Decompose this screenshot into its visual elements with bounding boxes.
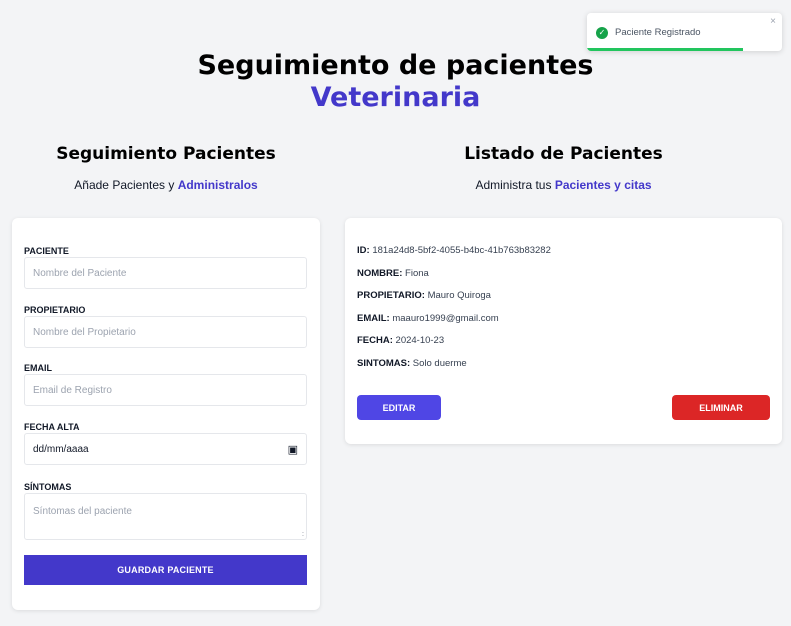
patient-propietario-value: Mauro Quiroga — [427, 290, 491, 301]
patient-fecha-row: FECHA: 2024-10-23 — [357, 335, 444, 346]
close-icon[interactable]: × — [770, 16, 776, 27]
toast-message: Paciente Registrado — [615, 27, 701, 38]
patient-fecha-value: 2024-10-23 — [395, 335, 445, 346]
patient-propietario-row: PROPIETARIO: Mauro Quiroga — [357, 290, 491, 301]
patient-email-label: EMAIL: — [357, 313, 390, 324]
page-title-line1: Seguimiento de pacientes — [197, 50, 594, 81]
list-subtitle-accent: Pacientes y citas — [554, 178, 652, 192]
patient-id-label: ID: — [357, 245, 370, 256]
email-input[interactable]: Email de Registro — [24, 374, 307, 406]
form-subtitle-text: Añade Pacientes y — [74, 178, 178, 192]
page-title: Seguimiento de pacientes Veterinaria — [0, 50, 791, 114]
sintomas-textarea[interactable]: Síntomas del paciente : — [24, 493, 307, 540]
patient-propietario-label: PROPIETARIO: — [357, 290, 425, 301]
patient-nombre-value: Fiona — [405, 268, 429, 279]
fecha-label: FECHA ALTA — [24, 422, 80, 432]
paciente-input[interactable]: Nombre del Paciente — [24, 257, 307, 289]
sintomas-placeholder: Síntomas del paciente — [33, 506, 132, 517]
form-section-header: Seguimiento Pacientes Añade Pacientes y … — [12, 144, 320, 192]
guardar-paciente-button[interactable]: GUARDAR PACIENTE — [24, 555, 307, 585]
eliminar-button[interactable]: ELIMINAR — [672, 395, 770, 420]
list-section-header: Listado de Pacientes Administra tus Paci… — [345, 144, 782, 192]
form-section-subtitle: Añade Pacientes y Administralos — [12, 178, 320, 192]
calendar-icon[interactable]: ▣ — [288, 443, 298, 456]
patient-id-row: ID: 181a24d8-5bf2-4055-b4bc-41b763b83282 — [357, 245, 551, 256]
propietario-placeholder: Nombre del Propietario — [33, 326, 136, 338]
patient-sintomas-label: SINTOMAS: — [357, 358, 411, 369]
paciente-placeholder: Nombre del Paciente — [33, 267, 127, 279]
paciente-label: PACIENTE — [24, 246, 69, 256]
propietario-input[interactable]: Nombre del Propietario — [24, 316, 307, 348]
patient-sintomas-row: SINTOMAS: Solo duerme — [357, 358, 467, 369]
sintomas-label: SÍNTOMAS — [24, 482, 72, 492]
patient-sintomas-value: Solo duerme — [412, 358, 467, 369]
email-label: EMAIL — [24, 363, 52, 373]
check-circle-icon: ✓ — [596, 27, 608, 39]
list-section-subtitle: Administra tus Pacientes y citas — [345, 178, 782, 192]
form-section-title: Seguimiento Pacientes — [56, 144, 276, 164]
patient-email-value: maauro1999@gmail.com — [392, 313, 499, 324]
fecha-input[interactable]: dd/mm/aaaa ▣ — [24, 433, 307, 465]
email-placeholder: Email de Registro — [33, 384, 112, 396]
resize-handle-icon[interactable]: : — [302, 531, 304, 538]
list-subtitle-text: Administra tus — [475, 178, 555, 192]
patient-nombre-label: NOMBRE: — [357, 268, 403, 279]
patient-email-row: EMAIL: maauro1999@gmail.com — [357, 313, 499, 324]
patient-form: PACIENTE Nombre del Paciente PROPIETARIO… — [12, 218, 320, 610]
patient-nombre-row: NOMBRE: Fiona — [357, 268, 429, 279]
form-subtitle-accent: Administralos — [177, 178, 258, 192]
patient-card: ID: 181a24d8-5bf2-4055-b4bc-41b763b83282… — [345, 218, 782, 444]
patient-id-value: 181a24d8-5bf2-4055-b4bc-41b763b83282 — [372, 245, 551, 256]
editar-button[interactable]: EDITAR — [357, 395, 441, 420]
propietario-label: PROPIETARIO — [24, 305, 86, 315]
list-section-title: Listado de Pacientes — [464, 144, 663, 164]
page-title-line2: Veterinaria — [310, 82, 481, 113]
success-toast: ✓ Paciente Registrado × — [587, 13, 782, 51]
fecha-value: dd/mm/aaaa — [33, 443, 89, 455]
patient-fecha-label: FECHA: — [357, 335, 393, 346]
